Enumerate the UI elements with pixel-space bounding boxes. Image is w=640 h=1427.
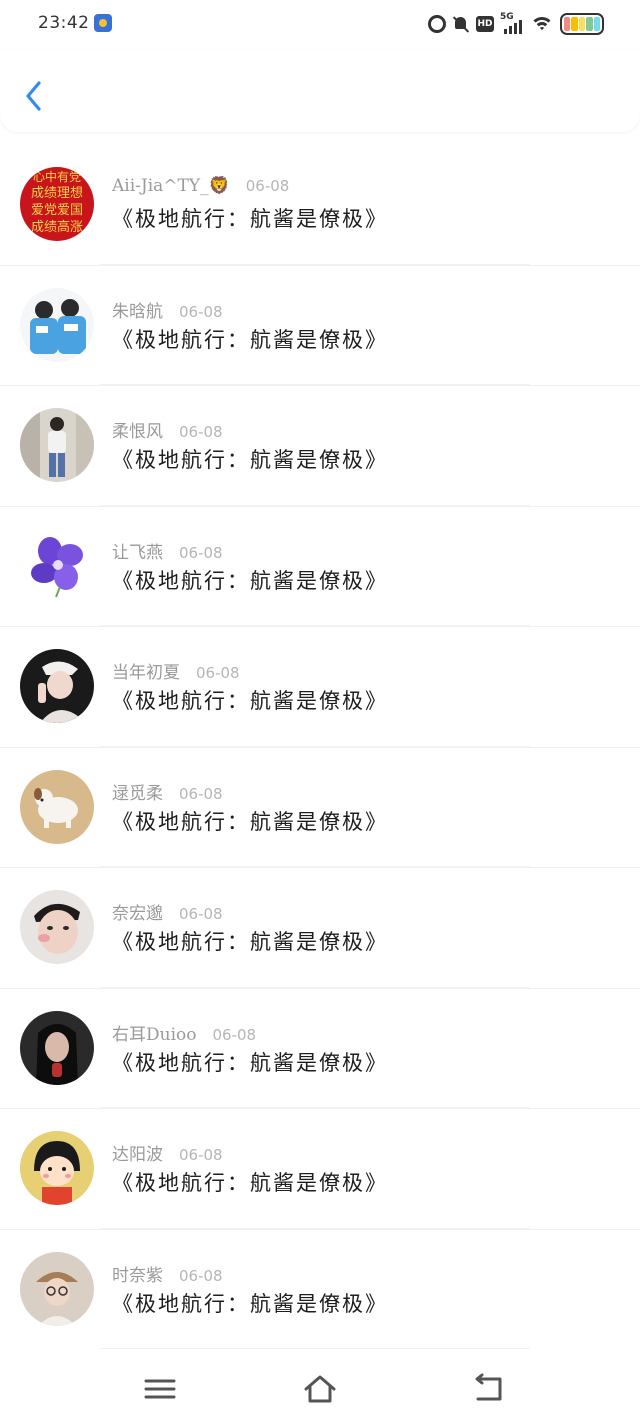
author-name[interactable]: 达阳波 — [112, 1145, 163, 1165]
comment-item[interactable]: 朱晗航 06-08 《极地航行：航酱是僚极》 — [0, 264, 640, 385]
comment-date: 06-08 — [179, 302, 223, 321]
comment-meta: 柔恨风 06-08 — [112, 417, 223, 442]
comment-date: 06-08 — [179, 784, 223, 803]
user-avatar[interactable] — [20, 890, 94, 964]
author-name[interactable]: 让飞燕 — [112, 543, 163, 563]
comment-list: 心中有党 成绩理想 爱党爱国 成绩高涨 Aii-Jia^TY_🦁 06-08 《极… — [0, 145, 640, 1349]
menu-icon — [144, 1379, 176, 1399]
comment-text: 《极地航行：航酱是僚极》 — [112, 689, 388, 713]
svg-text:心中有党: 心中有党 — [33, 169, 81, 184]
comment-meta: 时奈紫 06-08 — [112, 1261, 223, 1286]
comment-text: 《极地航行：航酱是僚极》 — [112, 1171, 388, 1195]
comment-text: 《极地航行：航酱是僚极》 — [112, 1291, 388, 1316]
user-avatar[interactable] — [20, 287, 94, 362]
comment-date: 06-08 — [179, 423, 223, 441]
comment-item[interactable]: 当年初夏 06-08 《极地航行：航酱是僚极》 — [0, 626, 640, 747]
user-avatar[interactable] — [20, 1251, 94, 1326]
user-avatar[interactable] — [20, 528, 94, 603]
comment-item[interactable]: 心中有党 成绩理想 爱党爱国 成绩高涨 Aii-Jia^TY_🦁 06-08 《极… — [0, 145, 640, 265]
comment-date: 06-08 — [212, 1025, 257, 1044]
svg-text:成绩理想: 成绩理想 — [31, 185, 83, 201]
comment-meta: 让飞燕 06-08 — [112, 538, 223, 563]
comment-text: 《极地航行：航酱是僚极》 — [112, 568, 388, 593]
user-avatar[interactable] — [20, 1010, 94, 1085]
status-time: 23:42 — [38, 13, 90, 33]
comment-text: 《极地航行：航酱是僚极》 — [112, 1050, 388, 1075]
user-avatar[interactable] — [20, 408, 94, 482]
comment-item[interactable]: 达阳波 06-08 《极地航行：航酱是僚极》 — [0, 1108, 640, 1229]
comment-date: 06-08 — [179, 1146, 223, 1164]
status-bar: 23:42 HD 5G — [0, 0, 640, 50]
author-name[interactable]: 右耳Duioo — [112, 1025, 197, 1045]
top-app-bar — [0, 50, 640, 132]
comment-item[interactable]: 逯觅柔 06-08 《极地航行：航酱是僚极》 — [0, 746, 640, 867]
comment-text: 《极地航行：航酱是僚极》 — [112, 327, 388, 352]
system-nav-bar — [0, 1355, 640, 1427]
comment-date: 06-08 — [196, 664, 240, 682]
author-name[interactable]: 柔恨风 — [112, 422, 163, 442]
home-button[interactable] — [302, 1373, 338, 1405]
mute-icon — [452, 15, 470, 33]
comment-meta: 奈宏邈 06-08 — [112, 899, 223, 924]
alarm-icon — [428, 15, 446, 33]
comment-date: 06-08 — [179, 905, 223, 923]
author-name[interactable]: 时奈紫 — [112, 1266, 163, 1286]
comment-meta: 朱晗航 06-08 — [112, 297, 223, 322]
app-notification-icon — [94, 14, 112, 32]
comment-item[interactable]: 柔恨风 06-08 《极地航行：航酱是僚极》 — [0, 385, 640, 506]
home-icon — [304, 1375, 336, 1403]
back-icon — [475, 1373, 502, 1401]
comment-text: 《极地航行：航酱是僚极》 — [112, 448, 388, 472]
comment-meta: 逯觅柔 06-08 — [112, 779, 223, 804]
status-icons: HD 5G — [428, 12, 604, 36]
user-avatar[interactable] — [20, 1131, 94, 1205]
comment-text: 《极地航行：航酱是僚极》 — [112, 930, 388, 954]
battery-icon — [560, 13, 604, 35]
recent-apps-button[interactable] — [142, 1373, 178, 1405]
hd-icon: HD — [476, 16, 494, 32]
comment-meta: 达阳波 06-08 — [112, 1140, 223, 1165]
user-avatar[interactable] — [20, 649, 94, 723]
system-back-button[interactable] — [470, 1373, 506, 1405]
comment-item[interactable]: 奈宏邈 06-08 《极地航行：航酱是僚极》 — [0, 867, 640, 988]
chevron-left-icon — [26, 81, 41, 111]
user-avatar[interactable] — [20, 769, 94, 844]
comment-meta: 当年初夏 06-08 — [112, 658, 240, 683]
svg-text:爱党爱国: 爱党爱国 — [31, 203, 83, 218]
wifi-icon — [530, 15, 554, 33]
comment-item[interactable]: 让飞燕 06-08 《极地航行：航酱是僚极》 — [0, 505, 640, 626]
comment-date: 06-08 — [245, 177, 290, 195]
comment-item[interactable]: 时奈紫 06-08 《极地航行：航酱是僚极》 — [0, 1228, 640, 1349]
comment-date: 06-08 — [179, 1266, 223, 1285]
svg-text:成绩高涨: 成绩高涨 — [31, 219, 83, 235]
comment-date: 06-08 — [179, 543, 223, 562]
comment-meta: 右耳Duioo 06-08 — [112, 1020, 256, 1045]
author-name[interactable]: Aii-Jia^TY_🦁 — [112, 176, 230, 196]
author-name[interactable]: 朱晗航 — [112, 302, 163, 322]
divider — [100, 1348, 530, 1349]
author-name[interactable]: 奈宏邈 — [112, 904, 163, 924]
author-name[interactable]: 逯觅柔 — [112, 784, 163, 804]
user-avatar[interactable]: 心中有党 成绩理想 爱党爱国 成绩高涨 — [20, 167, 94, 241]
author-name[interactable]: 当年初夏 — [112, 663, 180, 683]
comment-item[interactable]: 右耳Duioo 06-08 《极地航行：航酱是僚极》 — [0, 987, 640, 1108]
comment-text: 《极地航行：航酱是僚极》 — [112, 207, 388, 231]
cellular-signal-icon: 5G — [500, 12, 524, 34]
network-type-label: 5G — [500, 12, 514, 22]
back-button[interactable] — [20, 78, 48, 114]
comment-text: 《极地航行：航酱是僚极》 — [112, 809, 388, 834]
comment-meta: Aii-Jia^TY_🦁 06-08 — [112, 176, 289, 196]
